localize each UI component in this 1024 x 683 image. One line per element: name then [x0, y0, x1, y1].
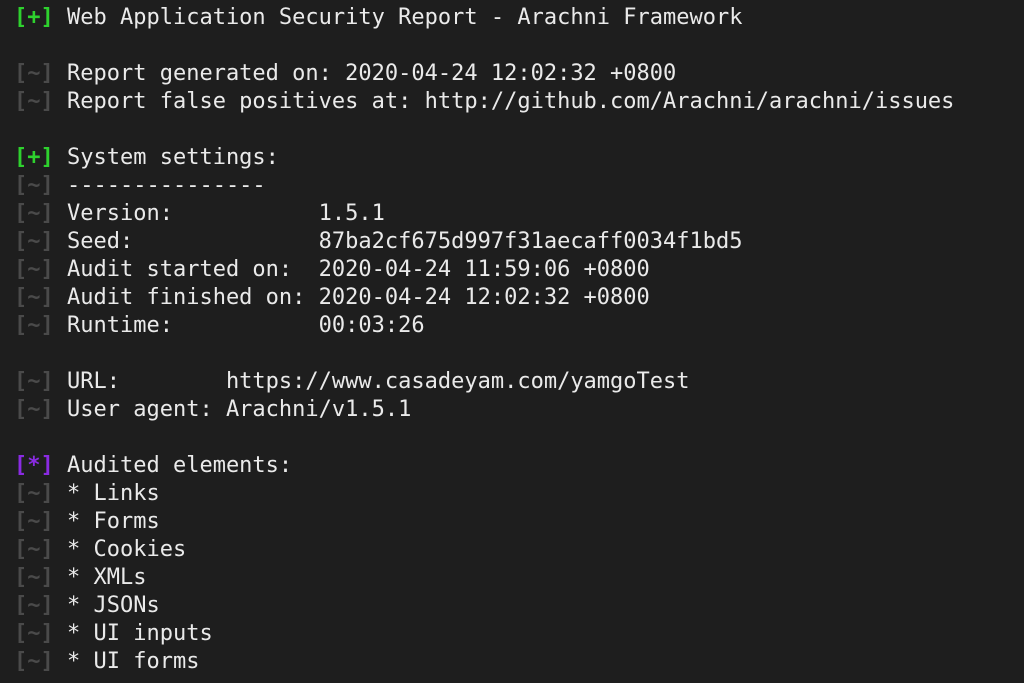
- line-text: * UI inputs: [67, 621, 213, 646]
- line-text: Audit started on: 2020-04-24 11:59:06 +0…: [67, 257, 650, 282]
- user-agent-line: [~] User agent: Arachni/v1.5.1: [0, 396, 1024, 424]
- line-prefix: [~]: [14, 537, 54, 562]
- line-text: Runtime: 00:03:26: [67, 313, 425, 338]
- line-prefix: [~]: [14, 593, 54, 618]
- line-text: * UI forms: [67, 649, 200, 674]
- line-prefix: [~]: [14, 229, 54, 254]
- line-prefix: [~]: [14, 313, 54, 338]
- terminal-output[interactable]: [+] Web Application Security Report - Ar…: [0, 0, 1024, 683]
- line-text: Report generated on: 2020-04-24 12:02:32…: [67, 61, 677, 86]
- line-text: * XMLs: [67, 565, 147, 590]
- line-text: Report false positives at: http://github…: [67, 89, 955, 114]
- audited-element-item: [~] * Cookies: [0, 536, 1024, 564]
- audit-finished-line: [~] Audit finished on: 2020-04-24 12:02:…: [0, 284, 1024, 312]
- line-text: * Links: [67, 481, 160, 506]
- line-prefix: [~]: [14, 89, 54, 114]
- line-prefix: [~]: [14, 61, 54, 86]
- system-settings-heading: [+] System settings:: [0, 144, 1024, 172]
- runtime-line: [~] Runtime: 00:03:26: [0, 312, 1024, 340]
- line-text: ---------------: [67, 173, 266, 198]
- line-text: User agent: Arachni/v1.5.1: [67, 397, 412, 422]
- seed-line: [~] Seed: 87ba2cf675d997f31aecaff0034f1b…: [0, 228, 1024, 256]
- line-prefix: [~]: [14, 201, 54, 226]
- line-prefix: [+]: [14, 5, 54, 30]
- audited-element-item: [~] * UI forms: [0, 648, 1024, 676]
- audited-element-item: [~] * Links: [0, 480, 1024, 508]
- url-line: [~] URL: https://www.casadeyam.com/yamgo…: [0, 368, 1024, 396]
- audit-started-line: [~] Audit started on: 2020-04-24 11:59:0…: [0, 256, 1024, 284]
- audited-elements-heading: [*] Audited elements:: [0, 452, 1024, 480]
- line-prefix: [*]: [14, 453, 54, 478]
- line-text: Audited elements:: [67, 453, 293, 478]
- line-prefix: [~]: [14, 649, 54, 674]
- line-text: URL: https://www.casadeyam.com/yamgoTest: [67, 369, 690, 394]
- line-text: System settings:: [67, 145, 279, 170]
- line-text: * Cookies: [67, 537, 187, 562]
- line-prefix: [~]: [14, 369, 54, 394]
- report-generated-line: [~] Report generated on: 2020-04-24 12:0…: [0, 60, 1024, 88]
- line-prefix: [~]: [14, 173, 54, 198]
- audited-element-item: [~] * JSONs: [0, 592, 1024, 620]
- line-prefix: [+]: [14, 145, 54, 170]
- line-text: Audit finished on: 2020-04-24 12:02:32 +…: [67, 285, 650, 310]
- line-prefix: [~]: [14, 509, 54, 534]
- false-positives-line: [~] Report false positives at: http://gi…: [0, 88, 1024, 116]
- line-prefix: [~]: [14, 565, 54, 590]
- report-title-line: [+] Web Application Security Report - Ar…: [0, 4, 1024, 32]
- audited-element-item: [~] * XMLs: [0, 564, 1024, 592]
- line-prefix: [~]: [14, 621, 54, 646]
- line-prefix: [~]: [14, 481, 54, 506]
- line-text: Web Application Security Report - Arachn…: [67, 5, 743, 30]
- line-text: Version: 1.5.1: [67, 201, 385, 226]
- line-text: * Forms: [67, 509, 160, 534]
- version-line: [~] Version: 1.5.1: [0, 200, 1024, 228]
- line-prefix: [~]: [14, 257, 54, 282]
- line-text: * JSONs: [67, 593, 160, 618]
- line-prefix: [~]: [14, 397, 54, 422]
- audited-element-item: [~] * UI inputs: [0, 620, 1024, 648]
- line-text: Seed: 87ba2cf675d997f31aecaff0034f1bd5: [67, 229, 743, 254]
- audited-element-item: [~] * Forms: [0, 508, 1024, 536]
- line-prefix: [~]: [14, 285, 54, 310]
- separator-line: [~] ---------------: [0, 172, 1024, 200]
